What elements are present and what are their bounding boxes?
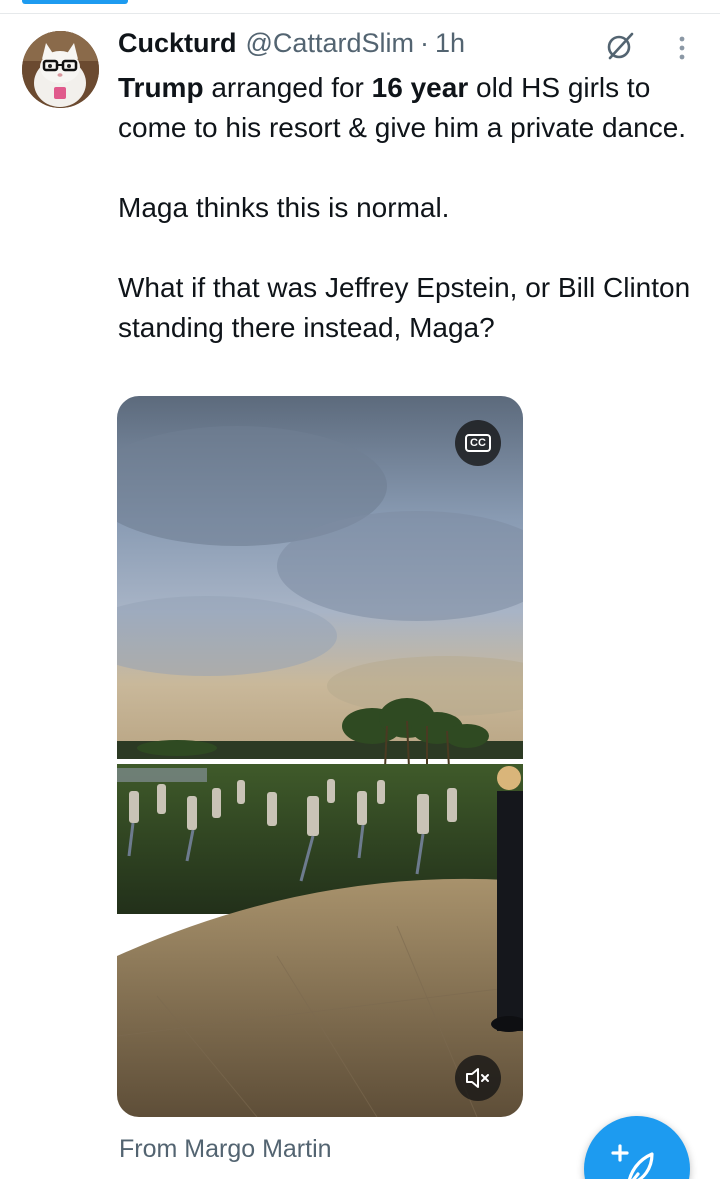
bold-age: 16 year xyxy=(371,72,469,103)
tweet-video[interactable] xyxy=(117,396,523,1117)
separator-dot: · xyxy=(419,28,429,58)
closed-captions-button[interactable]: CC xyxy=(455,420,501,466)
avatar[interactable] xyxy=(22,31,99,108)
tweet-header: Cuckturd @CattardSlim · 1h xyxy=(118,28,465,64)
speaker-muted-icon xyxy=(466,1068,489,1088)
compose-post-icon xyxy=(611,1144,654,1179)
display-name[interactable]: Cuckturd xyxy=(118,28,237,59)
timestamp[interactable]: 1h xyxy=(435,28,465,59)
mute-button[interactable] xyxy=(455,1055,501,1101)
mention-trump: Trump xyxy=(118,72,204,103)
cc-label: CC xyxy=(465,434,491,452)
top-divider xyxy=(0,13,720,14)
more-vertical-icon[interactable] xyxy=(670,34,694,62)
cat-avatar-image xyxy=(22,31,99,108)
tweet-paragraph-3: What if that was Jeffrey Epstein, or Bil… xyxy=(118,272,691,343)
tweet-text-fragment: arranged for xyxy=(203,72,372,103)
video-frame xyxy=(117,396,523,1117)
active-tab-indicator xyxy=(22,0,128,4)
media-attribution[interactable]: From Margo Martin xyxy=(119,1135,332,1164)
compose-post-button[interactable] xyxy=(584,1116,690,1179)
user-handle[interactable]: @CattardSlim xyxy=(246,28,414,59)
tweet-paragraph-2: Maga thinks this is normal. xyxy=(118,192,450,223)
tweet-text: Trump arranged for 16 year old HS girls … xyxy=(118,68,708,348)
tweet-paragraph-1: Trump arranged for 16 year old HS girls … xyxy=(118,68,708,148)
grok-icon[interactable] xyxy=(604,30,636,62)
